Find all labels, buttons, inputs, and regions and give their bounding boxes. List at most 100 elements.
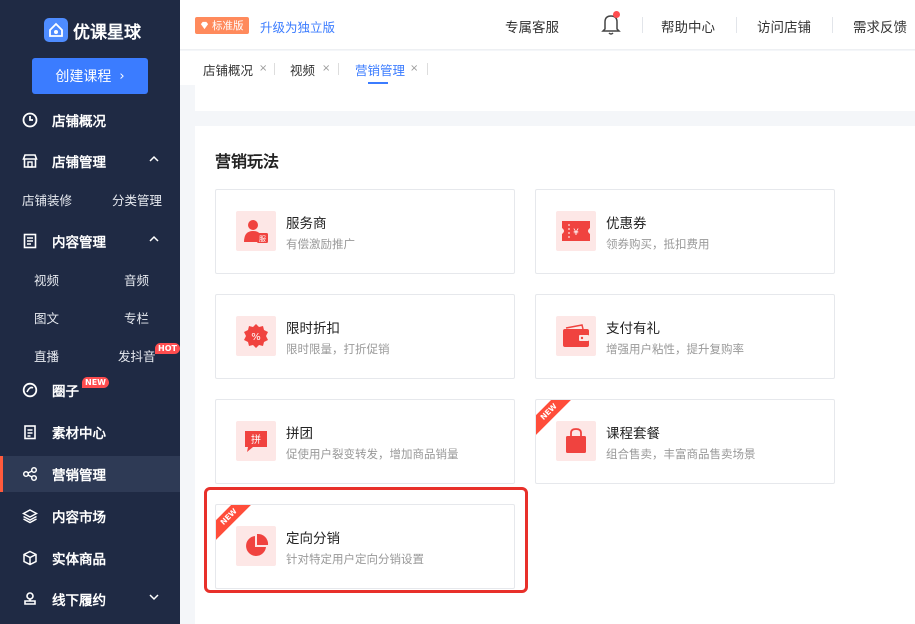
svg-text:服: 服	[259, 235, 266, 243]
card-course-bundle[interactable]: NEW 课程套餐 组合售卖，丰富商品售卖场景	[535, 399, 835, 484]
sidebar-sub-douyin[interactable]: 发抖音	[118, 346, 156, 365]
card-payment-gift[interactable]: 支付有礼 增强用户粘性，提升复购率	[535, 294, 835, 379]
sidebar-sub-category[interactable]: 分类管理	[112, 190, 162, 209]
hot-badge: HOT	[155, 343, 180, 354]
card-description: 增强用户粘性，提升复购率	[606, 342, 744, 356]
group-chat-icon: 拼	[236, 421, 276, 461]
share-nodes-icon	[22, 466, 38, 482]
card-title: 优惠券	[606, 216, 647, 232]
feedback-link[interactable]: 需求反馈	[853, 16, 907, 36]
wallet-icon	[556, 316, 596, 356]
active-tab-indicator	[368, 82, 388, 84]
sidebar-item-label: 素材中心	[52, 426, 106, 442]
card-group-buy[interactable]: 拼 拼团 促使用户裂变转发，增加商品销量	[215, 399, 515, 484]
sidebar-item-label: 内容管理	[52, 235, 106, 251]
card-description: 限时限量，打折促销	[286, 342, 390, 356]
upgrade-link[interactable]: 升级为独立版	[260, 17, 335, 36]
sidebar-item-label: 内容市场	[52, 510, 106, 526]
card-title: 服务商	[286, 216, 327, 232]
help-center-link[interactable]: 帮助中心	[661, 16, 715, 36]
sidebar-sub-video[interactable]: 视频	[34, 270, 59, 289]
clipboard-icon	[24, 425, 36, 440]
store-icon	[22, 154, 38, 168]
separator	[338, 63, 339, 75]
box-icon	[23, 550, 37, 566]
sidebar-item-physical-goods[interactable]: 实体商品	[0, 540, 180, 576]
shopping-bag-icon	[556, 421, 596, 461]
sidebar-item-materials[interactable]: 素材中心	[0, 414, 180, 450]
document-icon	[23, 233, 37, 249]
card-description: 有偿激励推广	[286, 237, 355, 251]
svg-text:¥: ¥	[573, 228, 579, 238]
tab-bar: 店铺概况 × 视频 × 营销管理 ×	[180, 51, 915, 85]
sidebar-item-label: 店铺管理	[52, 155, 106, 171]
separator	[832, 17, 833, 33]
visit-shop-link[interactable]: 访问店铺	[757, 16, 811, 36]
brand-name: 优课星球	[73, 22, 141, 43]
separator	[274, 63, 275, 75]
sidebar-item-offline[interactable]: 线下履约	[0, 581, 180, 617]
sidebar-sub-live[interactable]: 直播	[34, 346, 59, 365]
new-badge: NEW	[82, 377, 109, 388]
edition-label: 标准版	[212, 20, 244, 32]
svg-text:拼: 拼	[251, 433, 261, 446]
card-title: 支付有礼	[606, 321, 660, 337]
edition-badge: 标准版	[195, 17, 249, 34]
card-title: 限时折扣	[286, 321, 340, 337]
tab-overview[interactable]: 店铺概况	[203, 60, 253, 79]
card-service-provider[interactable]: 服 服务商 有偿激励推广	[215, 189, 515, 274]
close-icon[interactable]: ×	[410, 63, 418, 74]
panel-title: 营销玩法	[215, 152, 280, 171]
sidebar-item-label: 圈子	[52, 384, 79, 400]
notification-dot	[613, 11, 620, 18]
pie-clock-icon	[22, 112, 38, 128]
layers-icon	[22, 509, 38, 524]
sidebar-item-label: 店铺概况	[52, 114, 106, 130]
sidebar-item-overview[interactable]: 店铺概况	[0, 102, 180, 138]
card-title: 拼团	[286, 426, 313, 442]
percent-badge-icon: %	[236, 316, 276, 356]
card-description: 领券购买，抵扣费用	[606, 237, 710, 251]
sidebar-item-shop[interactable]: 店铺管理	[0, 143, 180, 179]
coupon-icon: ¥	[556, 211, 596, 251]
highlight-box	[204, 487, 528, 593]
close-icon[interactable]: ×	[322, 63, 330, 74]
tab-marketing[interactable]: 营销管理	[355, 60, 405, 79]
chevron-up-icon	[149, 155, 159, 162]
sidebar-sub-article[interactable]: 图文	[34, 308, 59, 327]
sidebar-sub-shop-decoration[interactable]: 店铺装修	[22, 190, 72, 209]
sidebar-item-label: 营销管理	[52, 468, 106, 484]
card-title: 课程套餐	[606, 426, 660, 442]
create-course-button[interactable]: 创建课程 ›	[32, 58, 148, 94]
sidebar-item-content-market[interactable]: 内容市场	[0, 498, 180, 534]
sidebar-item-label: 线下履约	[52, 593, 106, 609]
create-course-label: 创建课程	[55, 69, 112, 85]
card-flash-discount[interactable]: % 限时折扣 限时限量，打折促销	[215, 294, 515, 379]
chevron-down-icon	[149, 594, 159, 601]
separator	[427, 63, 428, 75]
separator	[736, 17, 737, 33]
close-icon[interactable]: ×	[259, 63, 267, 74]
sidebar-sub-audio[interactable]: 音频	[124, 270, 149, 289]
stamp-icon	[24, 592, 36, 605]
chevron-up-icon	[149, 235, 159, 242]
service-provider-icon: 服	[236, 211, 276, 251]
card-coupon[interactable]: ¥ 优惠券 领券购买，抵扣费用	[535, 189, 835, 274]
sidebar-item-content[interactable]: 内容管理	[0, 223, 180, 259]
tab-video[interactable]: 视频	[290, 60, 315, 79]
sidebar: 优课星球 创建课程 › 店铺概况 店铺管理 店铺装修 分类管理 内容管理 视频 …	[0, 0, 180, 624]
chevron-right-icon: ›	[119, 68, 125, 84]
sidebar-item-marketing[interactable]: 营销管理	[0, 456, 180, 492]
circle-chat-icon	[22, 382, 38, 398]
customer-service-link[interactable]: 专属客服	[505, 16, 559, 36]
sidebar-item-label: 实体商品	[52, 552, 106, 568]
svg-text:%: %	[251, 332, 261, 343]
home-icon	[44, 18, 68, 42]
top-strip	[195, 85, 915, 111]
card-description: 组合售卖，丰富商品售卖场景	[606, 447, 756, 461]
top-bar: 标准版 升级为独立版 专属客服 帮助中心 访问店铺 需求反馈	[180, 0, 915, 50]
diamond-icon	[200, 21, 209, 30]
separator	[642, 17, 643, 33]
sidebar-sub-column[interactable]: 专栏	[124, 308, 149, 327]
brand-logo[interactable]: 优课星球	[44, 17, 141, 43]
